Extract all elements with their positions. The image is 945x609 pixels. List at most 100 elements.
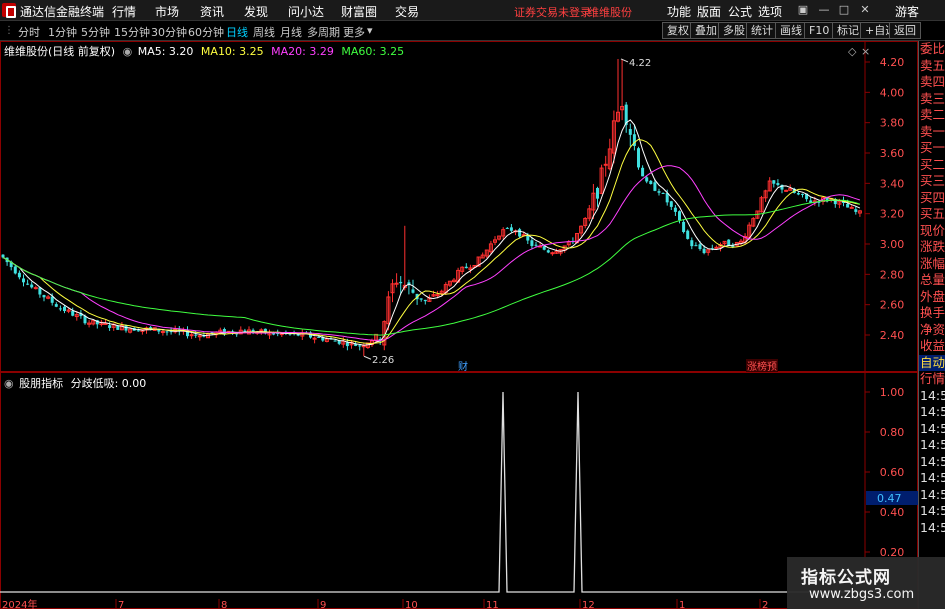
candle-body	[698, 244, 702, 250]
candle-body	[509, 227, 513, 231]
date-axis-label: 2024年	[2, 598, 37, 609]
candle-body	[194, 334, 198, 336]
period-monthly[interactable]: 月线	[280, 24, 302, 40]
window-close-icon[interactable]: ×	[861, 45, 870, 58]
period-more[interactable]: 更多	[343, 24, 365, 40]
stock-info-line: 维维股份(日线 前复权) ◉ MA5: 3.20 MA10: 3.25 MA20…	[4, 43, 404, 59]
side-panel-item: 现价	[920, 222, 945, 238]
candle-body	[776, 183, 780, 185]
stock-name-link[interactable]: 维维股份	[588, 4, 632, 20]
side-panel-item: 卖二	[920, 107, 945, 122]
menu-hangqing[interactable]: 行情	[112, 3, 136, 20]
app-title: 通达信金融终端	[20, 5, 105, 19]
candle-body	[103, 322, 108, 325]
guest-label[interactable]: 游客	[895, 3, 919, 20]
limit-up-marker[interactable]: 涨榜预	[747, 360, 777, 372]
cursor-value: 0.47	[877, 492, 902, 505]
ma5-line	[2, 119, 861, 346]
side-panel-item: 卖五	[920, 57, 945, 73]
candle-body	[628, 129, 632, 135]
menu-shichang[interactable]: 市场	[155, 3, 179, 20]
period-more-arrow-icon[interactable]: ▾	[367, 24, 373, 37]
login-notice[interactable]: 证券交易未登录	[514, 4, 591, 20]
huaxian-button[interactable]: 画线	[775, 22, 807, 39]
candle-body	[542, 246, 546, 250]
side-panel-item: 买四	[920, 189, 945, 205]
price-axis-label: 3.80	[880, 117, 905, 130]
candle-body	[26, 283, 30, 285]
menu-faxian[interactable]: 发现	[244, 3, 268, 20]
menu-caifuquan[interactable]: 财富圈	[341, 3, 377, 20]
indicator-chart[interactable]: 1.000.800.600.400.200.472024年 7 8 9 10 11 12 1 2	[0, 372, 918, 609]
menu-bar: 通达信金融终端 行情 市场 资讯 发现 问小达 财富圈 交易 证券交易未登录 维…	[0, 0, 945, 21]
candle-body	[71, 310, 75, 316]
candle-body	[197, 335, 202, 338]
period-toolbar: ⋮ 分时 1分钟 5分钟 15分钟 30分钟 60分钟 日线 周线 月线 多周期…	[0, 21, 945, 41]
kline-chart[interactable]: 4.20 4.00 3.80 3.60 3.40 3.20 3.00 2.80 2.60 2.40…	[0, 41, 918, 372]
menu-jiaoyi[interactable]: 交易	[395, 3, 419, 20]
candle-body	[435, 294, 440, 297]
min-price-label: 2.26	[372, 355, 394, 366]
menu-zixun[interactable]: 资讯	[200, 3, 224, 20]
candle-body	[345, 342, 349, 347]
period-daily[interactable]: 日线	[226, 24, 248, 40]
period-weekly[interactable]: 周线	[253, 24, 275, 40]
candle-body	[259, 329, 264, 332]
candle-body	[165, 331, 169, 333]
side-panel-item: 买二	[920, 156, 945, 172]
close-icon[interactable]: ✕	[857, 2, 873, 18]
indicator-axis-label: 0.60	[880, 466, 905, 479]
candle-body	[419, 298, 423, 300]
menu-wenxiaoda[interactable]: 问小达	[288, 3, 324, 20]
f10-button[interactable]: F10	[804, 22, 835, 39]
candle-body	[603, 163, 608, 166]
side-panel-item: 14:56	[920, 404, 945, 419]
period-15min[interactable]: 15分钟	[114, 24, 150, 40]
period-60min[interactable]: 60分钟	[188, 24, 224, 40]
diamond-icon[interactable]: ◇	[848, 45, 857, 58]
candle-body	[411, 289, 415, 293]
period-30min[interactable]: 30分钟	[151, 24, 187, 40]
candle-body	[33, 287, 38, 290]
back-button[interactable]: 返回	[889, 22, 921, 39]
period-5min[interactable]: 5分钟	[81, 24, 110, 40]
period-multi[interactable]: 多周期	[307, 24, 340, 40]
side-panel-item[interactable]: 行情	[919, 371, 945, 388]
period-1min[interactable]: 1分钟	[48, 24, 77, 40]
indicator-settings-icon[interactable]: ◉	[4, 377, 14, 390]
indicator-field: 分歧低吸: 0.00	[70, 377, 147, 390]
ma-settings-icon[interactable]: ◉	[123, 45, 133, 58]
menu-gongshi[interactable]: 公式	[728, 3, 752, 20]
side-panel-item: 14:56	[920, 437, 945, 452]
candle-body	[796, 193, 800, 195]
menu-banmian[interactable]: 版面	[697, 3, 721, 20]
quote-side-panel: 委比 卖五 卖四 卖三 卖二 卖一 买一 买二 买三 买四 买五 现价 涨跌 涨幅 总量 外盘 换手 净资 收益 自动…	[918, 41, 945, 609]
period-fenshi[interactable]: 分时	[18, 24, 40, 40]
side-panel-item[interactable]: 自动	[919, 354, 945, 371]
candle-body	[50, 296, 54, 303]
finance-marker[interactable]: 财	[458, 360, 468, 372]
maximize-icon[interactable]: □	[836, 2, 852, 18]
side-panel-item: 14:56	[920, 503, 945, 518]
candle-body	[1, 254, 5, 258]
indicator-name: 股朋指标	[19, 377, 64, 390]
price-axis-label: 3.20	[880, 208, 905, 221]
candle-body	[22, 278, 25, 283]
ma10-line	[2, 138, 860, 345]
candle-body	[108, 325, 112, 328]
price-axis-label: 2.60	[880, 299, 905, 312]
skin-icon[interactable]: ▣	[795, 2, 811, 18]
minimize-icon[interactable]: —	[816, 2, 832, 18]
candle-body	[686, 230, 690, 239]
date-axis-label: 11	[486, 600, 499, 609]
side-panel-item: 卖四	[920, 74, 945, 89]
menu-xuanxiang[interactable]: 选项	[758, 3, 782, 20]
candle-body	[669, 201, 673, 207]
menu-gongneng[interactable]: 功能	[667, 3, 691, 20]
indicator-axis-label: 0.80	[880, 426, 905, 439]
indicator-info-line: ◉ 股朋指标 分歧低吸: 0.00	[4, 375, 146, 391]
price-axis-label: 3.00	[880, 238, 905, 251]
ma10-value: MA10: 3.25	[200, 45, 264, 58]
candle-body	[136, 330, 140, 332]
tongji-button[interactable]: 统计	[746, 22, 778, 39]
